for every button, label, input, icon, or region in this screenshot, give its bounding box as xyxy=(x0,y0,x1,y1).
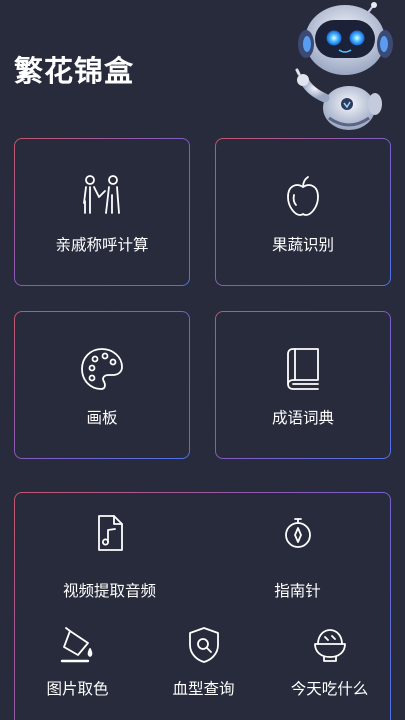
palette-icon xyxy=(79,346,125,392)
tool-label: 指南针 xyxy=(274,582,321,600)
food-bowl-icon xyxy=(310,625,350,665)
shield-search-icon xyxy=(184,625,224,665)
tool-video-audio-extract[interactable]: 视频提取音频 xyxy=(27,509,192,609)
compass-icon xyxy=(278,513,318,553)
tool-label: 今天吃什么 xyxy=(290,680,369,698)
card-label: 果蔬识别 xyxy=(271,236,334,254)
card-drawing-board[interactable]: 画板 xyxy=(14,311,190,459)
card-label: 亲戚称呼计算 xyxy=(55,236,149,254)
tool-label: 图片取色 xyxy=(46,680,109,698)
app-title: 繁花锦盒 xyxy=(14,54,135,88)
paint-bucket-icon xyxy=(58,625,98,665)
people-icon xyxy=(79,173,125,219)
tools-panel: 视频提取音频 指南针 图片取色 血型查询 今天吃什么 xyxy=(14,492,391,720)
tool-image-color-picker[interactable]: 图片取色 xyxy=(15,623,140,720)
card-label: 成语词典 xyxy=(271,409,334,427)
tool-compass[interactable]: 指南针 xyxy=(215,509,380,609)
card-idiom-dictionary[interactable]: 成语词典 xyxy=(215,311,391,459)
card-fruit-recognition[interactable]: 果蔬识别 xyxy=(215,138,391,286)
music-file-icon xyxy=(90,513,130,553)
tool-label: 血型查询 xyxy=(172,680,235,698)
card-relative-calculator[interactable]: 亲戚称呼计算 xyxy=(14,138,190,286)
tool-blood-type-query[interactable]: 血型查询 xyxy=(141,623,266,720)
card-label: 画板 xyxy=(86,409,118,427)
apple-icon xyxy=(280,173,326,219)
tool-label: 视频提取音频 xyxy=(62,582,156,600)
tool-what-to-eat[interactable]: 今天吃什么 xyxy=(267,623,392,720)
book-icon xyxy=(280,346,326,392)
robot-mascot xyxy=(261,0,401,135)
